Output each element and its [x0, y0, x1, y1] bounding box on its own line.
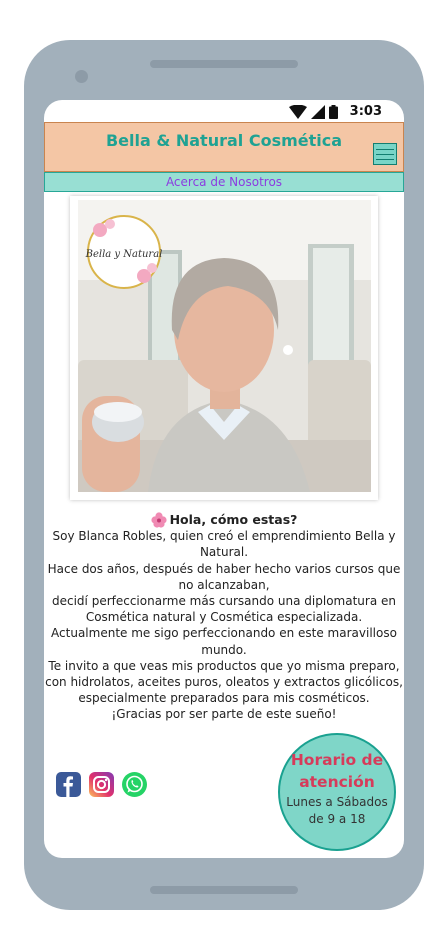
greeting-text: Hola, cómo estas? — [169, 512, 298, 527]
intro-paragraph: Actualmente me sigo perfeccionando en es… — [51, 626, 397, 657]
facebook-icon[interactable] — [56, 772, 81, 797]
nav-link-about[interactable]: Acerca de Nosotros — [44, 172, 404, 192]
menu-line-icon — [376, 158, 394, 160]
social-links — [56, 772, 147, 797]
battery-icon — [328, 104, 338, 119]
whatsapp-icon[interactable] — [122, 772, 147, 797]
menu-line-icon — [376, 153, 394, 155]
front-camera — [75, 70, 88, 83]
phone-frame: 3:03 Bella & Natural Cosmética Acerca de… — [24, 40, 424, 910]
home-indicator — [150, 886, 298, 894]
site-title[interactable]: Bella & Natural Cosmética — [45, 131, 403, 150]
site-header: Bella & Natural Cosmética — [44, 122, 404, 172]
intro-paragraph: decidí perfeccionarme más cursando una d… — [52, 594, 396, 625]
wifi-icon — [288, 104, 307, 119]
earpiece-speaker — [150, 60, 298, 68]
status-icons: 3:03 — [288, 104, 382, 119]
greeting-heading: Hola, cómo estas? — [44, 512, 404, 528]
flower-icon — [150, 512, 167, 528]
schedule-days: Lunes a Sábados — [286, 795, 388, 809]
intro-text: Hola, cómo estas? Soy Blanca Robles, qui… — [44, 512, 404, 723]
menu-line-icon — [376, 148, 394, 150]
intro-paragraph: ¡Gracias por ser parte de este sueño! — [111, 707, 337, 722]
schedule-badge: Horario de atención Lunes a Sábados de 9… — [278, 733, 396, 851]
profile-photo: Bella y Natural — [78, 200, 371, 492]
svg-text:Bella y Natural: Bella y Natural — [85, 249, 163, 260]
hamburger-menu-button[interactable] — [373, 143, 397, 165]
intro-paragraph: Te invito a que veas mis productos que y… — [45, 658, 403, 706]
profile-photo-card: Bella y Natural — [70, 196, 378, 500]
schedule-title: Horario de atención — [290, 751, 384, 791]
status-time: 3:03 — [349, 104, 382, 119]
intro-paragraph: Soy Blanca Robles, quien creó el emprend… — [52, 529, 396, 560]
schedule-hours: de 9 a 18 — [308, 812, 366, 826]
signal-icon — [310, 104, 325, 119]
phone-screen: 3:03 Bella & Natural Cosmética Acerca de… — [44, 100, 404, 858]
status-bar: 3:03 — [44, 100, 404, 124]
instagram-icon[interactable] — [89, 772, 114, 797]
intro-paragraph: Hace dos años, después de haber hecho va… — [47, 561, 401, 592]
